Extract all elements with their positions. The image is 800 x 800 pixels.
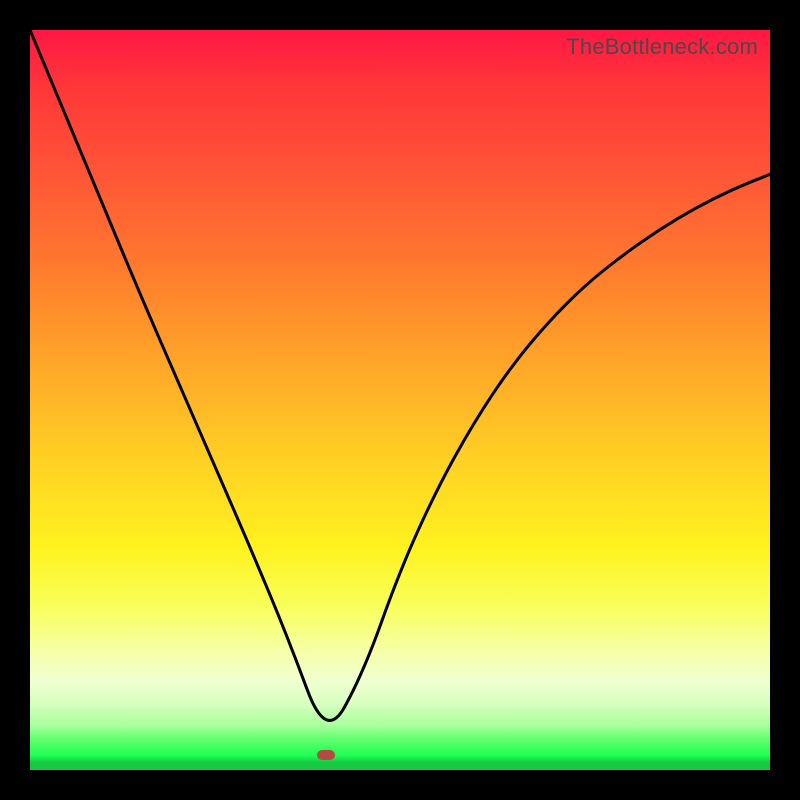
bottleneck-curve: [30, 30, 770, 770]
chart-frame: TheBottleneck.com: [0, 0, 800, 800]
watermark-text: TheBottleneck.com: [566, 34, 758, 60]
minimum-point-marker: [317, 750, 335, 760]
plot-area: TheBottleneck.com: [30, 30, 770, 770]
